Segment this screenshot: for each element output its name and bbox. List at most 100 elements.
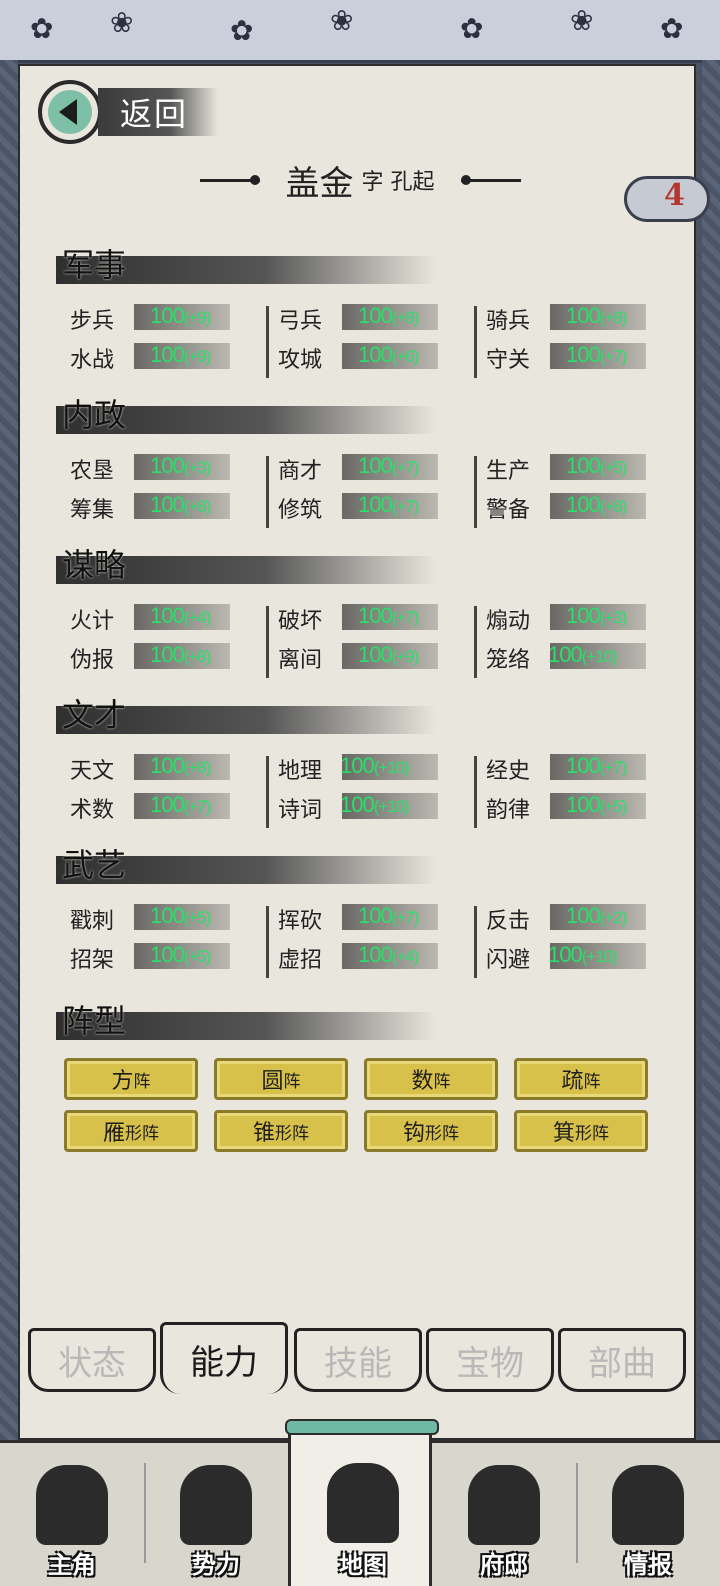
formation-button[interactable]: 疏阵 bbox=[514, 1058, 648, 1100]
stat-value: 100(+2) bbox=[566, 903, 627, 929]
stat-value: 100(+4) bbox=[358, 942, 420, 968]
stat-value: 100(+8) bbox=[150, 492, 212, 518]
stat-value: 100(+10) bbox=[548, 642, 618, 668]
formation-button[interactable]: 雁形阵 bbox=[64, 1110, 198, 1152]
title-ornament-left bbox=[199, 174, 260, 185]
stat-label: 伪报 bbox=[70, 648, 115, 673]
flower-ornament-icon: ✿ bbox=[660, 12, 684, 45]
formation-button[interactable]: 圆阵 bbox=[214, 1058, 348, 1100]
stat-item: 术数 100(+7) bbox=[70, 789, 230, 825]
stat-base-value: 100 bbox=[150, 642, 185, 667]
stat-label: 招架 bbox=[70, 948, 115, 973]
stat-label: 攻城 bbox=[278, 348, 323, 373]
stat-base-value: 100 bbox=[358, 942, 393, 967]
stat-value: 100(+8) bbox=[566, 303, 627, 329]
nav-map[interactable]: 地图 bbox=[285, 1419, 439, 1586]
mansion-icon bbox=[468, 1465, 540, 1545]
stat-label: 警备 bbox=[486, 498, 531, 523]
tab-3[interactable]: 宝物 bbox=[426, 1328, 554, 1392]
stat-value: 100(+8) bbox=[150, 753, 211, 779]
left-frame-border bbox=[0, 60, 18, 1440]
stat-base-value: 100 bbox=[150, 342, 185, 367]
tab-label: 状态 bbox=[58, 1343, 126, 1384]
stat-base-value: 100 bbox=[358, 342, 393, 367]
stats-row: 农垦 100(+3) 商才 100(+7) 生产 100(+5) bbox=[70, 450, 650, 486]
back-arrow-icon[interactable] bbox=[38, 80, 102, 144]
nav-label: 主角 bbox=[48, 1550, 96, 1579]
stat-label: 韵律 bbox=[486, 798, 531, 823]
stat-value: 100(+10) bbox=[340, 753, 410, 779]
stat-value: 100(+7) bbox=[358, 603, 419, 629]
cloud-badge[interactable]: 4 bbox=[624, 170, 720, 228]
formation-button[interactable]: 数阵 bbox=[364, 1058, 498, 1100]
stat-label: 农垦 bbox=[70, 459, 115, 484]
stat-item: 诗词 100(+10) bbox=[278, 789, 438, 825]
section-title: 内政 bbox=[62, 396, 127, 434]
stat-label: 骑兵 bbox=[486, 309, 531, 334]
section-title: 武艺 bbox=[62, 846, 127, 884]
nav-hero[interactable]: 主角 bbox=[0, 1443, 144, 1586]
formation-button[interactable]: 箕形阵 bbox=[514, 1110, 648, 1152]
formation-name: 箕 bbox=[552, 1121, 575, 1146]
back-button[interactable]: 返回 bbox=[38, 80, 238, 144]
formation-button[interactable]: 钩形阵 bbox=[364, 1110, 498, 1152]
nav-scroll[interactable]: 情报 bbox=[576, 1443, 720, 1586]
tab-2[interactable]: 技能 bbox=[294, 1328, 422, 1392]
stat-bonus: (+8) bbox=[599, 497, 628, 516]
section-header: 军事 bbox=[56, 240, 436, 284]
stat-item: 弓兵 100(+8) bbox=[278, 300, 438, 336]
stat-value: 100(+7) bbox=[566, 753, 628, 779]
stats-row: 火计 100(+4) 破坏 100(+7) 煽动 100(+3) bbox=[70, 600, 650, 636]
stat-value: 100(+7) bbox=[150, 792, 212, 818]
stat-item: 经史 100(+7) bbox=[486, 750, 646, 786]
stat-bonus: (+7) bbox=[183, 797, 212, 816]
stat-item: 守关 100(+7) bbox=[486, 339, 646, 375]
formation-name: 数 bbox=[411, 1069, 434, 1094]
nav-mansion[interactable]: 府邸 bbox=[432, 1443, 576, 1586]
tab-4[interactable]: 部曲 bbox=[558, 1328, 686, 1392]
stat-bonus: (+4) bbox=[391, 947, 420, 966]
section-title: 谋略 bbox=[62, 546, 127, 584]
stat-bonus: (+4) bbox=[183, 608, 212, 627]
stat-base-value: 100 bbox=[150, 603, 185, 628]
hero-icon bbox=[36, 1465, 108, 1545]
stat-label: 术数 bbox=[70, 798, 115, 823]
stat-bonus: (+7) bbox=[391, 497, 420, 516]
stat-item: 火计 100(+4) bbox=[70, 600, 230, 636]
stat-bonus: (+10) bbox=[581, 647, 618, 666]
character-courtesy-name: 字 孔起 bbox=[361, 170, 435, 195]
stat-base-value: 100 bbox=[340, 792, 375, 817]
stat-bonus: (+8) bbox=[183, 497, 212, 516]
stat-bonus: (+3) bbox=[183, 458, 212, 477]
stat-item: 招架 100(+5) bbox=[70, 939, 230, 975]
tab-1[interactable]: 能力 bbox=[160, 1322, 288, 1394]
stat-label: 煽动 bbox=[486, 609, 531, 634]
stat-base-value: 100 bbox=[150, 792, 185, 817]
character-name: 盖金 bbox=[285, 163, 354, 204]
section-header: 内政 bbox=[56, 390, 436, 434]
stat-label: 火计 bbox=[70, 609, 115, 634]
stat-item: 农垦 100(+3) bbox=[70, 450, 230, 486]
badge-count: 4 bbox=[664, 178, 685, 213]
section-title: 文才 bbox=[62, 696, 127, 734]
stats-row: 天文 100(+8) 地理 100(+10) 经史 100(+7) bbox=[70, 750, 650, 786]
stat-item: 地理 100(+10) bbox=[278, 750, 438, 786]
section-title: 军事 bbox=[62, 246, 127, 284]
formation-suffix: 阵 bbox=[283, 1071, 301, 1092]
stat-item: 生产 100(+5) bbox=[486, 450, 646, 486]
stat-value: 100(+7) bbox=[566, 342, 628, 368]
tab-label: 宝物 bbox=[456, 1343, 524, 1384]
nav-separator bbox=[144, 1463, 146, 1563]
formation-button[interactable]: 方阵 bbox=[64, 1058, 198, 1100]
stat-base-value: 100 bbox=[566, 903, 601, 928]
stat-bonus: (+7) bbox=[599, 347, 628, 366]
stat-label: 修筑 bbox=[278, 498, 323, 523]
stat-item: 筹集 100(+8) bbox=[70, 489, 230, 525]
nav-faction-flag[interactable]: 势力 bbox=[144, 1443, 288, 1586]
formation-name: 锥 bbox=[252, 1121, 275, 1146]
tab-0[interactable]: 状态 bbox=[28, 1328, 156, 1392]
stat-bonus: (+7) bbox=[599, 758, 628, 777]
formation-button[interactable]: 锥形阵 bbox=[214, 1110, 348, 1152]
stat-label: 笼络 bbox=[486, 648, 531, 673]
stat-bonus: (+7) bbox=[391, 908, 420, 927]
